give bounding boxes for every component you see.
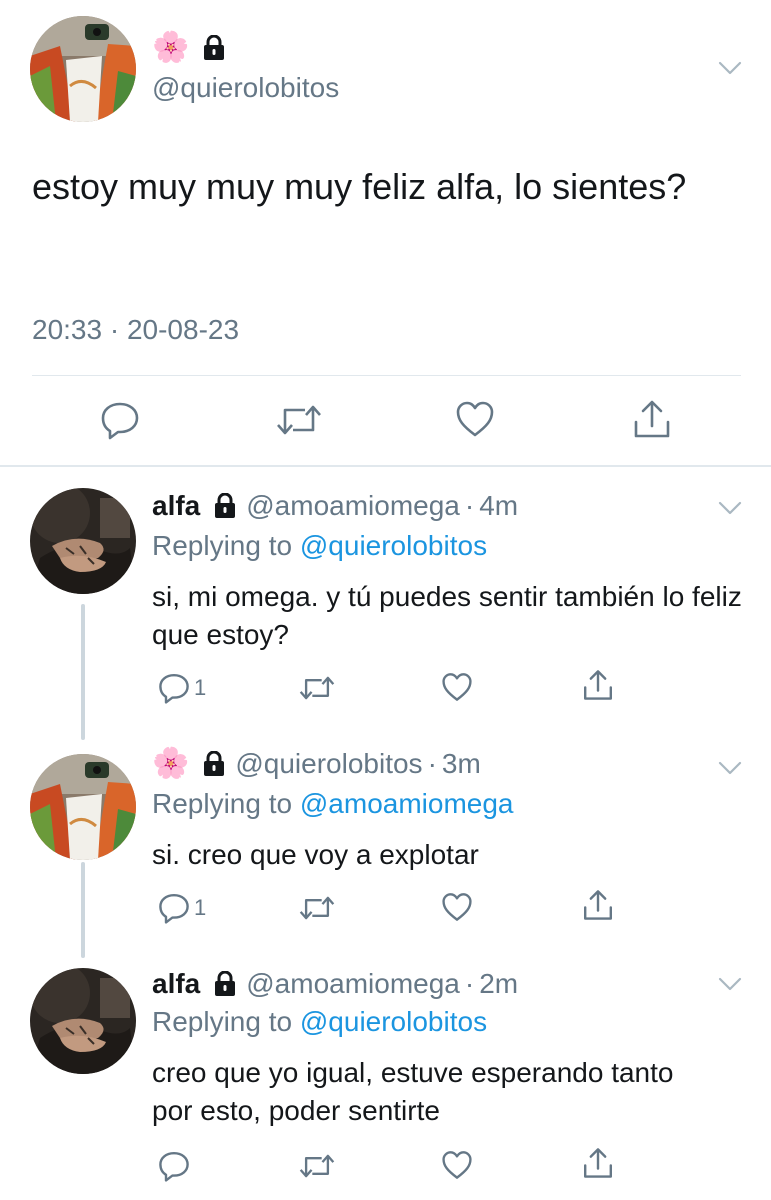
author-handle[interactable]: @quierolobitos — [235, 748, 422, 780]
author-name[interactable]: alfa — [152, 968, 200, 1000]
lock-icon — [215, 493, 236, 518]
tweet-text: estoy muy muy muy feliz alfa, lo sientes… — [32, 166, 687, 207]
lock-icon — [204, 751, 225, 776]
like-button[interactable] — [441, 672, 473, 702]
retweet-button[interactable] — [298, 674, 336, 702]
replying-mention[interactable]: @quierolobitos — [300, 530, 487, 561]
reply-header: alfa @amoamiomega · 2m — [152, 966, 518, 1002]
like-button[interactable] — [455, 400, 495, 438]
author-name-row: 🌸 — [152, 30, 225, 66]
author-handle[interactable]: @amoamiomega — [246, 490, 460, 522]
reply-time[interactable]: 4m — [479, 490, 518, 522]
avatar-amoamiomega[interactable] — [30, 488, 136, 594]
replying-mention[interactable]: @amoamiomega — [300, 788, 514, 819]
replying-label: Replying to — [152, 788, 300, 819]
reply-icon — [159, 894, 189, 924]
avatar-amoamiomega[interactable] — [30, 968, 136, 1074]
reply-actions: 1 — [0, 668, 771, 708]
retweet-button[interactable] — [298, 1152, 336, 1180]
like-icon — [442, 673, 472, 701]
reply-text: creo que yo igual, estuve esperando tant… — [152, 1057, 674, 1126]
reply-actions — [0, 1146, 771, 1186]
replying-to: Replying to @amoamiomega — [152, 788, 514, 820]
reply-count: 1 — [194, 675, 207, 700]
separator-dot: · — [427, 748, 437, 779]
separator-dot: · — [464, 968, 475, 999]
retweet-button[interactable] — [298, 894, 336, 922]
reply-button[interactable]: 1 — [158, 892, 206, 924]
share-button[interactable] — [582, 668, 614, 702]
share-icon — [584, 1148, 612, 1178]
reply-button[interactable]: 1 — [158, 672, 206, 704]
retweet-icon — [299, 676, 335, 700]
replying-to: Replying to @quierolobitos — [152, 530, 487, 562]
cherry-blossom-emoji: 🌸 — [152, 746, 190, 781]
avatar-quierolobitos[interactable] — [30, 16, 136, 122]
tweet-actions — [0, 396, 771, 446]
replying-label: Replying to — [152, 530, 300, 561]
like-button[interactable] — [441, 892, 473, 922]
reply-text: si, mi omega. y tú puedes sentir también… — [152, 581, 742, 650]
share-button[interactable] — [582, 1146, 614, 1180]
reply-tweet[interactable]: alfa @amoamiomega · 4m Replying to @quie… — [0, 466, 771, 736]
replying-label: Replying to — [152, 1006, 300, 1037]
reply-tweet[interactable]: 🌸 @quierolobitos · 3m Replying to @amoam… — [0, 736, 771, 960]
separator-dot: · — [464, 490, 475, 521]
share-icon — [584, 670, 612, 700]
lock-icon — [204, 35, 225, 60]
reply-actions: 1 — [0, 888, 771, 928]
reply-button[interactable] — [100, 400, 140, 440]
share-icon — [584, 890, 612, 920]
chevron-down-icon[interactable] — [718, 760, 742, 776]
like-icon — [456, 401, 494, 437]
retweet-icon — [299, 896, 335, 920]
divider — [32, 375, 741, 376]
author-name[interactable]: alfa — [152, 490, 200, 522]
reply-count: 1 — [194, 895, 207, 920]
main-tweet: 🌸 @quierolobitos estoy muy muy muy feliz… — [0, 0, 771, 466]
cherry-blossom-emoji: 🌸 — [152, 30, 190, 65]
reply-icon — [101, 402, 139, 440]
share-button[interactable] — [582, 888, 614, 922]
replying-to: Replying to @quierolobitos — [152, 1006, 487, 1038]
like-button[interactable] — [441, 1150, 473, 1180]
replying-mention[interactable]: @quierolobitos — [300, 1006, 487, 1037]
avatar-quierolobitos[interactable] — [30, 754, 136, 860]
like-icon — [442, 1151, 472, 1179]
retweet-icon — [277, 405, 321, 435]
lock-icon — [215, 971, 236, 996]
retweet-button[interactable] — [275, 402, 323, 438]
author-handle[interactable]: @quierolobitos — [152, 72, 339, 104]
reply-time[interactable]: 2m — [479, 968, 518, 1000]
reply-tweet[interactable]: alfa @amoamiomega · 2m Replying to @quie… — [0, 960, 771, 1200]
reply-header: 🌸 @quierolobitos · 3m — [152, 746, 481, 782]
reply-text: si. creo que voy a explotar — [152, 839, 479, 870]
share-button[interactable] — [632, 398, 672, 440]
share-icon — [634, 400, 670, 438]
reply-icon — [159, 674, 189, 704]
like-icon — [442, 893, 472, 921]
chevron-down-icon[interactable] — [718, 976, 742, 992]
author-handle[interactable]: @amoamiomega — [246, 968, 460, 1000]
reply-button[interactable] — [158, 1150, 194, 1182]
retweet-icon — [299, 1154, 335, 1178]
chevron-down-icon[interactable] — [718, 500, 742, 516]
reply-time[interactable]: 3m — [442, 748, 481, 780]
chevron-down-icon[interactable] — [718, 60, 742, 76]
tweet-timestamp[interactable]: 20:33 · 20-08-23 — [32, 314, 239, 346]
reply-header: alfa @amoamiomega · 4m — [152, 488, 518, 524]
reply-icon — [159, 1152, 189, 1182]
